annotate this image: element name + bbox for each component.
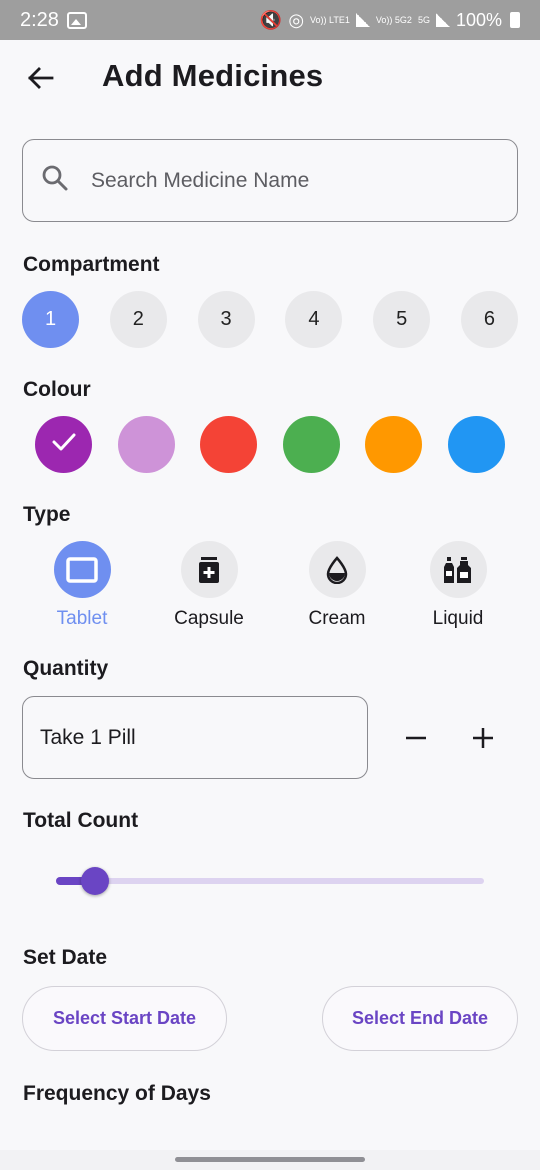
network-5g-badge: 5G xyxy=(417,14,430,25)
network-lte-label: Vo)) LTE1 xyxy=(310,14,350,25)
colour-swatch-purple[interactable] xyxy=(35,416,92,473)
frequency-label: Frequency of Days xyxy=(23,1082,211,1105)
app-bar: Add Medicines xyxy=(0,40,540,116)
colour-swatch-green[interactable] xyxy=(282,416,340,473)
colour-swatch-red[interactable] xyxy=(200,416,258,473)
colour-swatch-light-purple[interactable] xyxy=(117,416,175,473)
check-icon xyxy=(49,427,79,462)
slider-track xyxy=(56,878,484,884)
colour-swatch-blue[interactable] xyxy=(447,416,505,473)
total-count-slider[interactable] xyxy=(56,866,486,896)
total-count-label: Total Count xyxy=(23,809,139,832)
signal-icon-2 xyxy=(435,13,450,27)
type-option-capsule[interactable]: Capsule xyxy=(149,541,269,630)
search-field[interactable] xyxy=(22,139,518,222)
frequency-option-partial[interactable]: Everyday xyxy=(23,1142,108,1150)
type-label-liquid: Liquid xyxy=(432,608,484,629)
colour-swatch-orange[interactable] xyxy=(365,416,423,473)
signal-icon xyxy=(355,13,370,27)
status-time: 2:28 xyxy=(20,8,59,31)
compartment-option-6[interactable]: 6 xyxy=(460,291,518,348)
compartment-selector: 1 2 3 4 5 6 xyxy=(22,291,518,348)
type-label-tablet: Tablet xyxy=(56,608,108,629)
compartment-option-4[interactable]: 4 xyxy=(285,291,343,348)
colour-selector xyxy=(35,416,505,473)
page-title: Add Medicines xyxy=(102,58,324,93)
compartment-option-2[interactable]: 2 xyxy=(109,291,167,348)
compartment-option-5[interactable]: 5 xyxy=(373,291,431,348)
compartment-option-1[interactable]: 1 xyxy=(22,291,79,348)
capsule-icon xyxy=(180,541,238,598)
type-option-cream[interactable]: Cream xyxy=(277,541,397,630)
compartment-option-3[interactable]: 3 xyxy=(197,291,255,348)
select-end-date-button[interactable]: Select End Date xyxy=(322,986,518,1051)
slider-thumb[interactable] xyxy=(80,867,109,895)
liquid-icon xyxy=(429,541,487,598)
network-5g-label: Vo)) 5G2 xyxy=(375,14,412,25)
battery-percent: 100% xyxy=(455,9,502,30)
type-label-cream: Cream xyxy=(308,608,366,629)
type-label: Type xyxy=(23,503,71,526)
tablet-icon xyxy=(53,541,111,598)
type-option-tablet[interactable]: Tablet xyxy=(22,541,142,630)
battery-icon xyxy=(510,12,520,28)
search-icon xyxy=(41,164,69,197)
compartment-label: Compartment xyxy=(23,253,160,276)
quantity-field[interactable]: Take 1 Pill xyxy=(22,696,368,779)
search-input[interactable] xyxy=(91,168,471,193)
set-date-label: Set Date xyxy=(23,946,108,969)
quantity-label: Quantity xyxy=(23,657,109,680)
mute-icon: 🔇 xyxy=(259,9,283,30)
back-arrow-icon[interactable] xyxy=(24,62,56,94)
type-option-liquid[interactable]: Liquid xyxy=(398,541,518,630)
home-indicator[interactable] xyxy=(175,1157,365,1162)
select-start-date-button[interactable]: Select Start Date xyxy=(22,986,227,1051)
gallery-notification-icon xyxy=(66,11,87,29)
type-label-capsule: Capsule xyxy=(174,608,244,629)
status-icons: 🔇 ◎ Vo)) LTE1 Vo)) 5G2 5G 100% xyxy=(260,10,520,31)
status-bar: 2:28 🔇 ◎ Vo)) LTE1 Vo)) 5G2 5G 100% xyxy=(0,0,540,40)
hotspot-icon: ◎ xyxy=(288,9,305,30)
plus-icon[interactable] xyxy=(463,718,503,758)
colour-label: Colour xyxy=(23,378,91,401)
minus-icon[interactable] xyxy=(396,718,436,758)
cream-icon xyxy=(308,541,366,598)
